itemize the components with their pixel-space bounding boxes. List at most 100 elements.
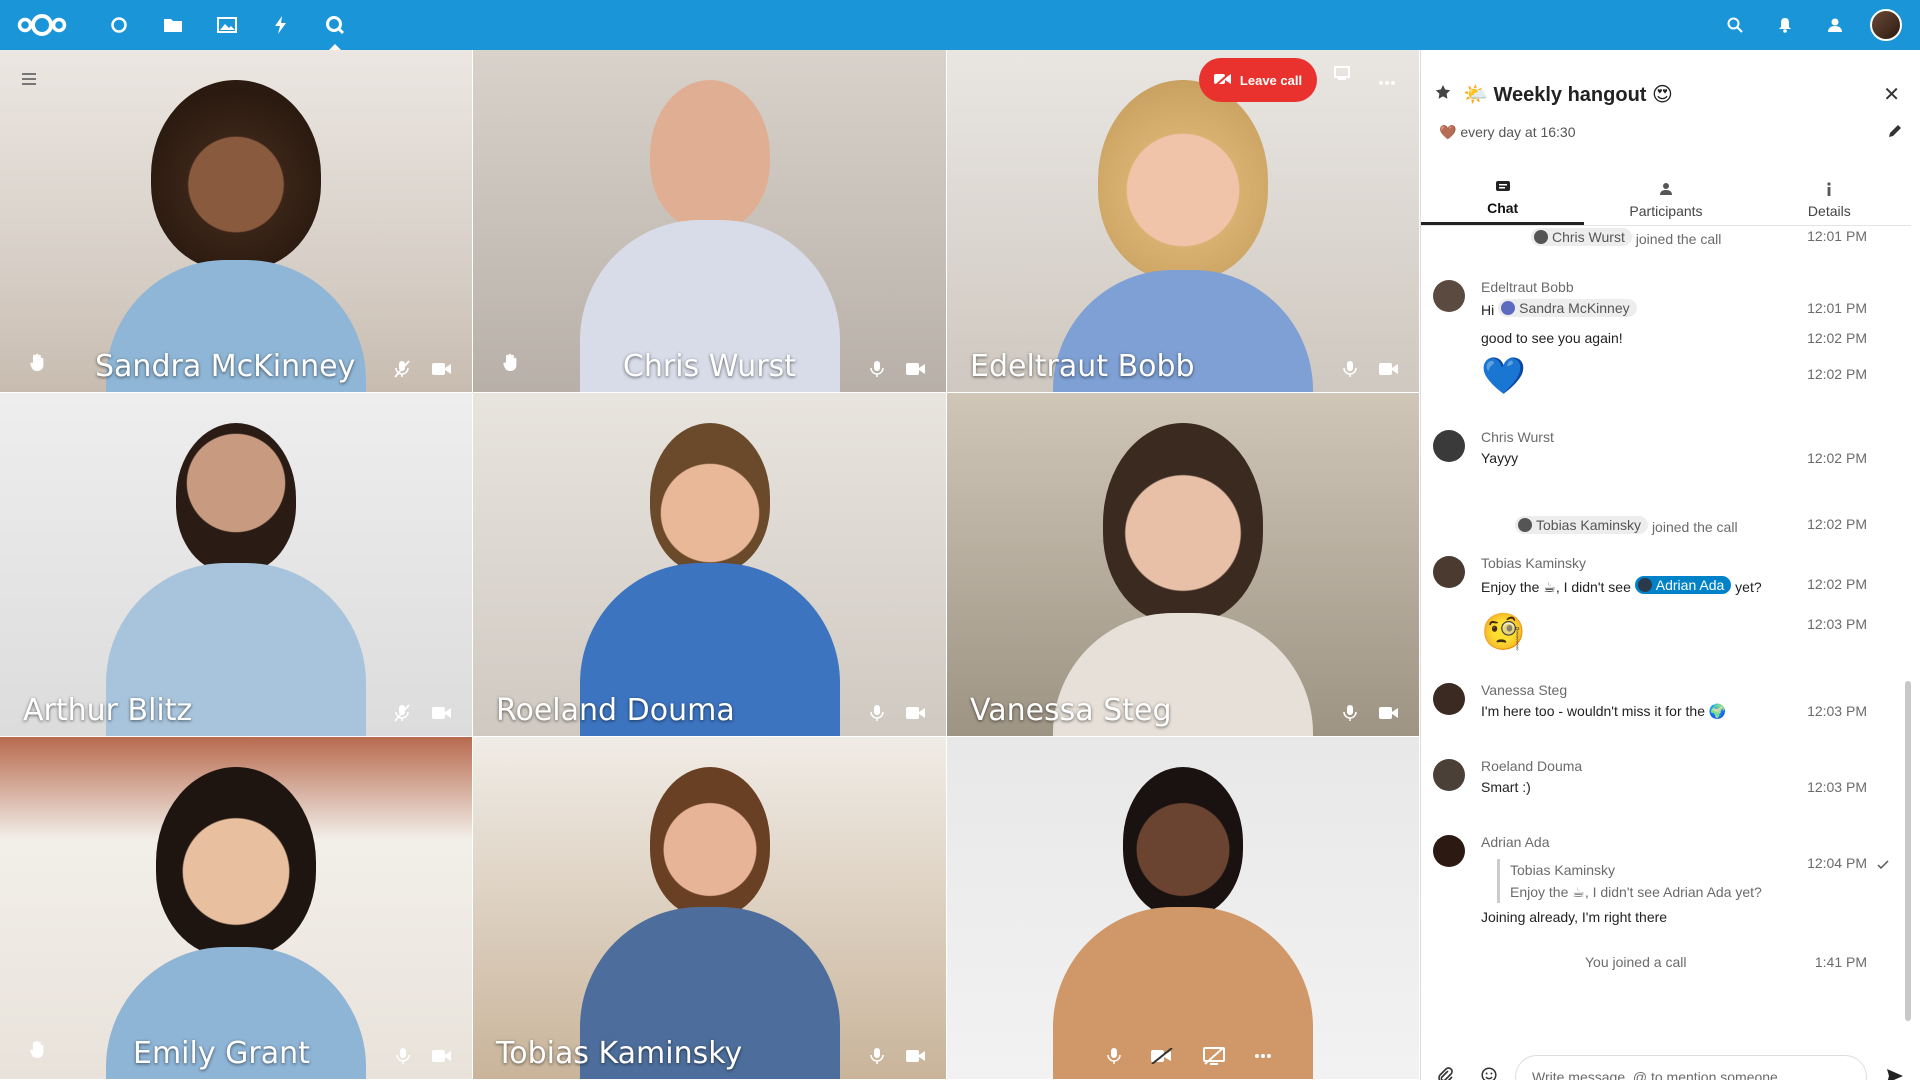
video-tile[interactable]: Edeltraut Bobb — [947, 50, 1420, 393]
favorite-star-icon[interactable] — [1435, 84, 1451, 105]
mic-icon[interactable] — [396, 1047, 410, 1065]
photos-icon[interactable] — [200, 0, 254, 50]
dashboard-icon[interactable] — [92, 0, 146, 50]
mention-chip-self[interactable]: Adrian Ada — [1634, 576, 1732, 594]
message-text: Hi — [1481, 302, 1495, 318]
mention-chip[interactable]: Sandra McKinney — [1498, 299, 1637, 317]
sent-check-icon — [1877, 857, 1889, 873]
mention-chip[interactable]: Chris Wurst — [1531, 228, 1632, 246]
top-header — [0, 0, 1920, 50]
close-icon[interactable]: ✕ — [1883, 82, 1900, 107]
avatar[interactable] — [1433, 835, 1465, 867]
video-icon[interactable] — [906, 1049, 926, 1063]
notifications-icon[interactable] — [1760, 0, 1810, 50]
screen-share-off-icon[interactable] — [1203, 1047, 1225, 1065]
activity-icon[interactable] — [254, 0, 308, 50]
video-tile[interactable]: Chris Wurst — [473, 50, 947, 393]
message-input[interactable]: Write message, @ to mention someone … — [1515, 1055, 1867, 1080]
mic-icon[interactable] — [870, 704, 884, 722]
message-time: 12:02 PM — [1807, 516, 1867, 532]
video-tile[interactable]: Vanessa Steg — [947, 393, 1420, 737]
video-tile[interactable]: Emily Grant — [0, 737, 473, 1080]
tab-chat[interactable]: Chat — [1421, 178, 1585, 225]
message-text: I'm here too - wouldn't miss it for the … — [1481, 703, 1727, 719]
video-icon[interactable] — [906, 706, 926, 720]
participant-video — [106, 423, 366, 736]
message-text: Smart :) — [1481, 779, 1531, 795]
video-icon[interactable] — [432, 1049, 452, 1063]
chat-toggle-icon[interactable] — [1334, 66, 1350, 85]
message-author: Adrian Ada — [1481, 834, 1550, 850]
self-video — [1053, 767, 1313, 1079]
message-text: good to see you again! — [1481, 330, 1623, 346]
video-tile[interactable]: Sandra McKinney — [0, 50, 473, 393]
participant-video — [579, 80, 840, 392]
contacts-icon[interactable] — [1810, 0, 1860, 50]
nextcloud-logo-icon[interactable] — [12, 0, 72, 50]
mic-icon[interactable] — [1343, 360, 1357, 378]
edit-pencil-icon[interactable] — [1888, 124, 1902, 143]
mic-icon[interactable] — [870, 360, 884, 378]
tab-participants[interactable]: Participants — [1584, 178, 1747, 225]
files-icon[interactable] — [146, 0, 200, 50]
more-options-icon[interactable] — [1379, 72, 1395, 90]
sidebar-tabs: Chat Participants Details — [1421, 178, 1911, 226]
message-author: Chris Wurst — [1481, 429, 1554, 445]
emoji-icon[interactable] — [1481, 1067, 1497, 1080]
mic-icon[interactable] — [1343, 704, 1357, 722]
message-author: Tobias Kaminsky — [1481, 555, 1587, 571]
mic-off-icon[interactable] — [394, 704, 410, 722]
mic-icon[interactable] — [870, 1047, 884, 1065]
chat-scrollbar[interactable] — [1905, 681, 1911, 1021]
message-time: 12:02 PM — [1807, 366, 1867, 382]
mention-name: Tobias Kaminsky — [1536, 517, 1642, 533]
participant-video — [579, 423, 840, 736]
avatar[interactable] — [1433, 280, 1465, 312]
message-text: Yayyy — [1481, 450, 1519, 466]
video-off-icon[interactable] — [906, 362, 926, 376]
talk-icon[interactable] — [308, 0, 362, 50]
participant-name: Sandra McKinney — [95, 349, 356, 384]
participant-video — [579, 767, 840, 1079]
video-icon[interactable] — [432, 362, 452, 376]
conversation-description: 🤎 every day at 16:30 — [1439, 124, 1576, 140]
mic-off-icon[interactable] — [394, 360, 410, 378]
chat-icon — [1495, 180, 1510, 196]
avatar[interactable] — [1433, 683, 1465, 715]
video-icon[interactable] — [1379, 362, 1399, 376]
avatar[interactable] — [1433, 759, 1465, 791]
video-off-icon[interactable] — [1151, 1048, 1173, 1064]
mention-chip[interactable]: Tobias Kaminsky — [1515, 516, 1649, 534]
more-icon[interactable] — [1255, 1054, 1271, 1058]
user-avatar[interactable] — [1870, 9, 1902, 41]
video-tile[interactable]: Tobias Kaminsky — [473, 737, 947, 1080]
tab-chat-label: Chat — [1487, 200, 1519, 216]
leave-call-button[interactable]: Leave call — [1199, 58, 1317, 102]
attachment-icon[interactable] — [1437, 1067, 1453, 1080]
participant-video — [106, 767, 366, 1079]
search-icon[interactable] — [1710, 0, 1760, 50]
participant-name: Tobias Kaminsky — [496, 1036, 743, 1071]
video-tile[interactable]: Roeland Douma — [473, 393, 947, 737]
leave-call-label: Leave call — [1239, 72, 1303, 88]
tab-details[interactable]: Details — [1748, 178, 1911, 225]
avatar[interactable] — [1433, 430, 1465, 462]
mic-icon[interactable] — [1107, 1047, 1121, 1065]
video-icon[interactable] — [432, 706, 452, 720]
quoted-message[interactable]: Tobias Kaminsky Enjoy the ☕, I didn't se… — [1497, 859, 1762, 903]
message-author: Edeltraut Bobb — [1481, 279, 1574, 295]
message-time: 12:02 PM — [1807, 450, 1867, 466]
chat-messages: Chris Wurst joined the call 12:01 PM Ede… — [1421, 226, 1911, 1021]
participant-name: Edeltraut Bobb — [970, 349, 1195, 384]
hamburger-menu-icon[interactable] — [22, 72, 36, 90]
participant-video — [106, 80, 366, 392]
system-text: You joined a call — [1585, 954, 1687, 970]
message-time: 12:04 PM — [1807, 855, 1867, 871]
video-tile[interactable]: Arthur Blitz — [0, 393, 473, 737]
avatar[interactable] — [1433, 556, 1465, 588]
message-composer: Write message, @ to mention someone … — [1421, 1055, 1920, 1080]
video-icon[interactable] — [1379, 706, 1399, 720]
send-icon[interactable] — [1887, 1069, 1903, 1080]
participant-name: Arthur Blitz — [23, 693, 193, 728]
self-video-tile[interactable] — [947, 737, 1420, 1080]
